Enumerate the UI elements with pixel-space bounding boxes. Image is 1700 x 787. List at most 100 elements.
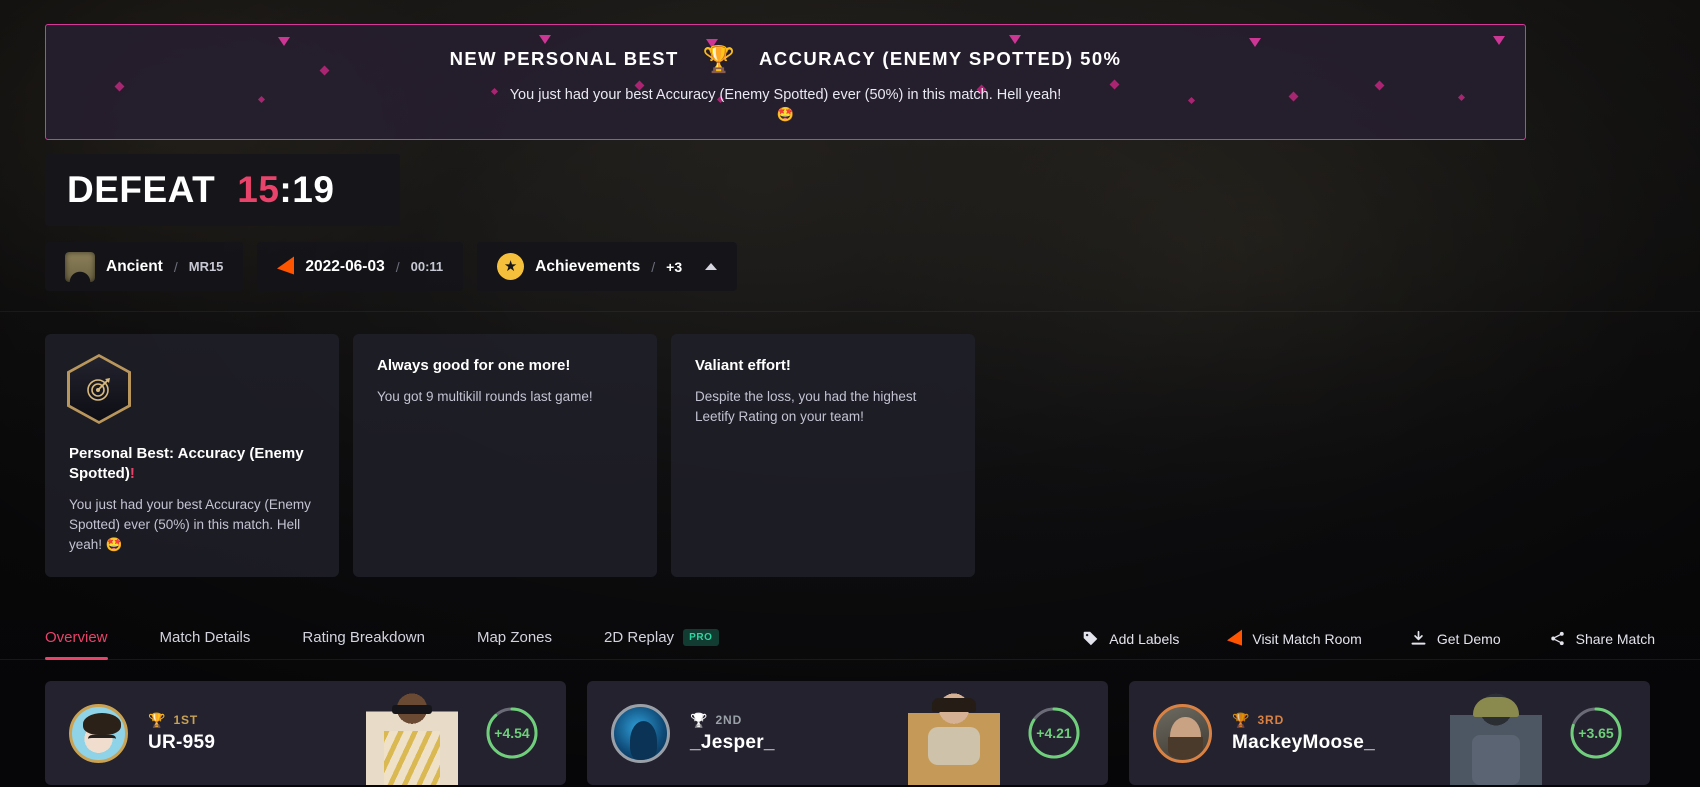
player-info: 🏆 1ST UR-959 xyxy=(148,713,215,754)
achievements-chip[interactable]: ★ Achievements / +3 xyxy=(477,242,738,291)
personal-best-title: NEW PERSONAL BEST xyxy=(449,48,679,69)
get-demo-button[interactable]: Get Demo xyxy=(1386,630,1525,647)
action-label: Visit Match Room xyxy=(1252,630,1362,647)
player-name: MackeyMoose_ xyxy=(1232,731,1376,753)
star-struck-emoji: 🤩 xyxy=(776,106,795,122)
tab-label: Map Zones xyxy=(476,629,553,646)
tab-list: Overview Match Details Rating Breakdown … xyxy=(45,629,745,660)
achievement-title: Always good for one more! xyxy=(377,357,571,374)
rank-label: 1ST xyxy=(173,712,199,727)
personal-best-stat: ACCURACY (ENEMY SPOTTED) 50% xyxy=(759,48,1122,69)
trophy-icon: 🏆 xyxy=(1232,711,1250,728)
top-players-list: 🏆 1ST UR-959 +4.54 🏆 2ND _Jesper_ +4.21 … xyxy=(45,681,1650,785)
rating-value: +4.54 xyxy=(494,725,530,741)
bullseye-glyph xyxy=(87,378,110,401)
action-label: Get Demo xyxy=(1436,630,1501,647)
action-label: Share Match xyxy=(1575,630,1655,647)
match-meta-row: Ancient / MR15 2022-06-03 / 00:11 ★ Achi… xyxy=(45,242,738,291)
tab-label: Match Details xyxy=(159,629,251,646)
add-labels-button[interactable]: Add Labels xyxy=(1058,630,1203,647)
rating-ring: +3.65 xyxy=(1568,705,1624,761)
tab-2d-replay[interactable]: 2D Replay PRO xyxy=(578,629,745,659)
achievement-card: Always good for one more! You got 9 mult… xyxy=(353,334,657,577)
player-info: 🏆 3RD MackeyMoose_ xyxy=(1232,713,1375,754)
tab-overview[interactable]: Overview xyxy=(45,629,134,660)
trophy-icon: 🏆 xyxy=(148,711,166,728)
trophy-icon: 🏆 xyxy=(690,711,708,728)
personal-best-banner: NEW PERSONAL BEST 🏆 ACCURACY (ENEMY SPOT… xyxy=(45,24,1526,140)
separator: / xyxy=(651,258,656,275)
action-label: Add Labels xyxy=(1109,630,1180,647)
personal-best-description: You just had your best Accuracy (Enemy S… xyxy=(509,87,1062,103)
achievement-title: Personal Best: Accuracy (Enemy Spotted)! xyxy=(69,445,304,482)
visit-match-room-button[interactable]: Visit Match Room xyxy=(1203,629,1385,648)
match-score-block: DEFEAT 15:19 xyxy=(45,154,400,226)
player-card[interactable]: 🏆 2ND _Jesper_ +4.21 xyxy=(587,681,1108,785)
faceit-arrow-icon xyxy=(277,256,295,277)
trophy-icon: 🏆 xyxy=(702,44,736,74)
player-character-art xyxy=(1450,693,1542,785)
rating-ring: +4.54 xyxy=(484,705,540,761)
match-result: DEFEAT xyxy=(67,169,216,210)
tab-match-details[interactable]: Match Details xyxy=(134,629,277,659)
match-tabbar: Overview Match Details Rating Breakdown … xyxy=(0,612,1700,660)
player-name: UR-959 xyxy=(148,731,216,753)
player-rank: 🏆 2ND xyxy=(690,713,775,727)
faceit-arrow-icon xyxy=(1227,629,1243,648)
achievements-label: Achievements xyxy=(535,257,641,275)
player-name: _Jesper_ xyxy=(690,731,775,753)
match-mode: MR15 xyxy=(188,259,224,274)
player-card[interactable]: 🏆 3RD MackeyMoose_ +3.65 xyxy=(1129,681,1650,785)
player-info: 🏆 2ND _Jesper_ xyxy=(690,713,775,754)
avatar xyxy=(611,703,670,763)
map-name: Ancient xyxy=(106,257,163,275)
tab-map-zones[interactable]: Map Zones xyxy=(451,629,578,659)
rating-ring: +4.21 xyxy=(1026,705,1082,761)
avatar xyxy=(69,703,128,763)
rating-value: +4.21 xyxy=(1036,725,1072,741)
achievement-title: Valiant effort! xyxy=(695,357,791,374)
tab-rating-breakdown[interactable]: Rating Breakdown xyxy=(276,629,451,659)
achievements-section: Personal Best: Accuracy (Enemy Spotted)!… xyxy=(0,311,1700,577)
achievement-card-list: Personal Best: Accuracy (Enemy Spotted)!… xyxy=(45,334,975,577)
match-date: 2022-06-03 xyxy=(305,257,385,275)
map-chip: Ancient / MR15 xyxy=(45,242,244,291)
download-icon xyxy=(1411,630,1426,645)
rank-label: 2ND xyxy=(715,712,743,727)
match-summary-page: NEW PERSONAL BEST 🏆 ACCURACY (ENEMY SPOT… xyxy=(0,0,1700,787)
separator: / xyxy=(173,258,178,275)
tab-label: Overview xyxy=(45,629,108,646)
date-chip: 2022-06-03 / 00:11 xyxy=(257,242,464,291)
tab-label: Rating Breakdown xyxy=(302,629,425,646)
player-rank: 🏆 3RD xyxy=(1232,713,1375,727)
pro-badge: PRO xyxy=(683,629,719,646)
match-duration: 00:11 xyxy=(410,259,444,274)
match-actions: Add Labels Visit Match Room Get Demo Sha… xyxy=(1058,629,1655,659)
achievement-description: Despite the loss, you had the highest Le… xyxy=(695,388,917,424)
match-score: 15:19 xyxy=(237,169,334,211)
achievement-description: You got 9 multikill rounds last game! xyxy=(377,388,593,404)
tag-icon xyxy=(1083,631,1098,646)
tab-label: 2D Replay xyxy=(604,629,675,646)
player-rank: 🏆 1ST xyxy=(148,713,215,727)
achievements-count: +3 xyxy=(666,258,683,275)
score-separator: : xyxy=(279,169,293,210)
achievement-description: You just had your best Accuracy (Enemy S… xyxy=(69,496,311,552)
opponent-score: 19 xyxy=(292,169,335,210)
star-icon: ★ xyxy=(497,253,525,280)
target-bullseye-icon xyxy=(67,354,131,424)
achievement-card: Personal Best: Accuracy (Enemy Spotted)!… xyxy=(45,334,339,577)
separator: / xyxy=(395,258,400,275)
ancient-map-icon xyxy=(65,251,95,282)
team-score: 15 xyxy=(237,169,280,210)
share-match-button[interactable]: Share Match xyxy=(1525,630,1655,647)
achievement-card: Valiant effort! Despite the loss, you ha… xyxy=(671,334,975,577)
player-character-art xyxy=(366,693,458,785)
share-icon xyxy=(1550,631,1564,646)
player-character-art xyxy=(908,693,1000,785)
rank-label: 3RD xyxy=(1257,712,1285,727)
avatar xyxy=(1153,703,1212,763)
player-card[interactable]: 🏆 1ST UR-959 +4.54 xyxy=(45,681,566,785)
chevron-up-icon[interactable] xyxy=(705,263,718,270)
rating-value: +3.65 xyxy=(1578,725,1614,741)
